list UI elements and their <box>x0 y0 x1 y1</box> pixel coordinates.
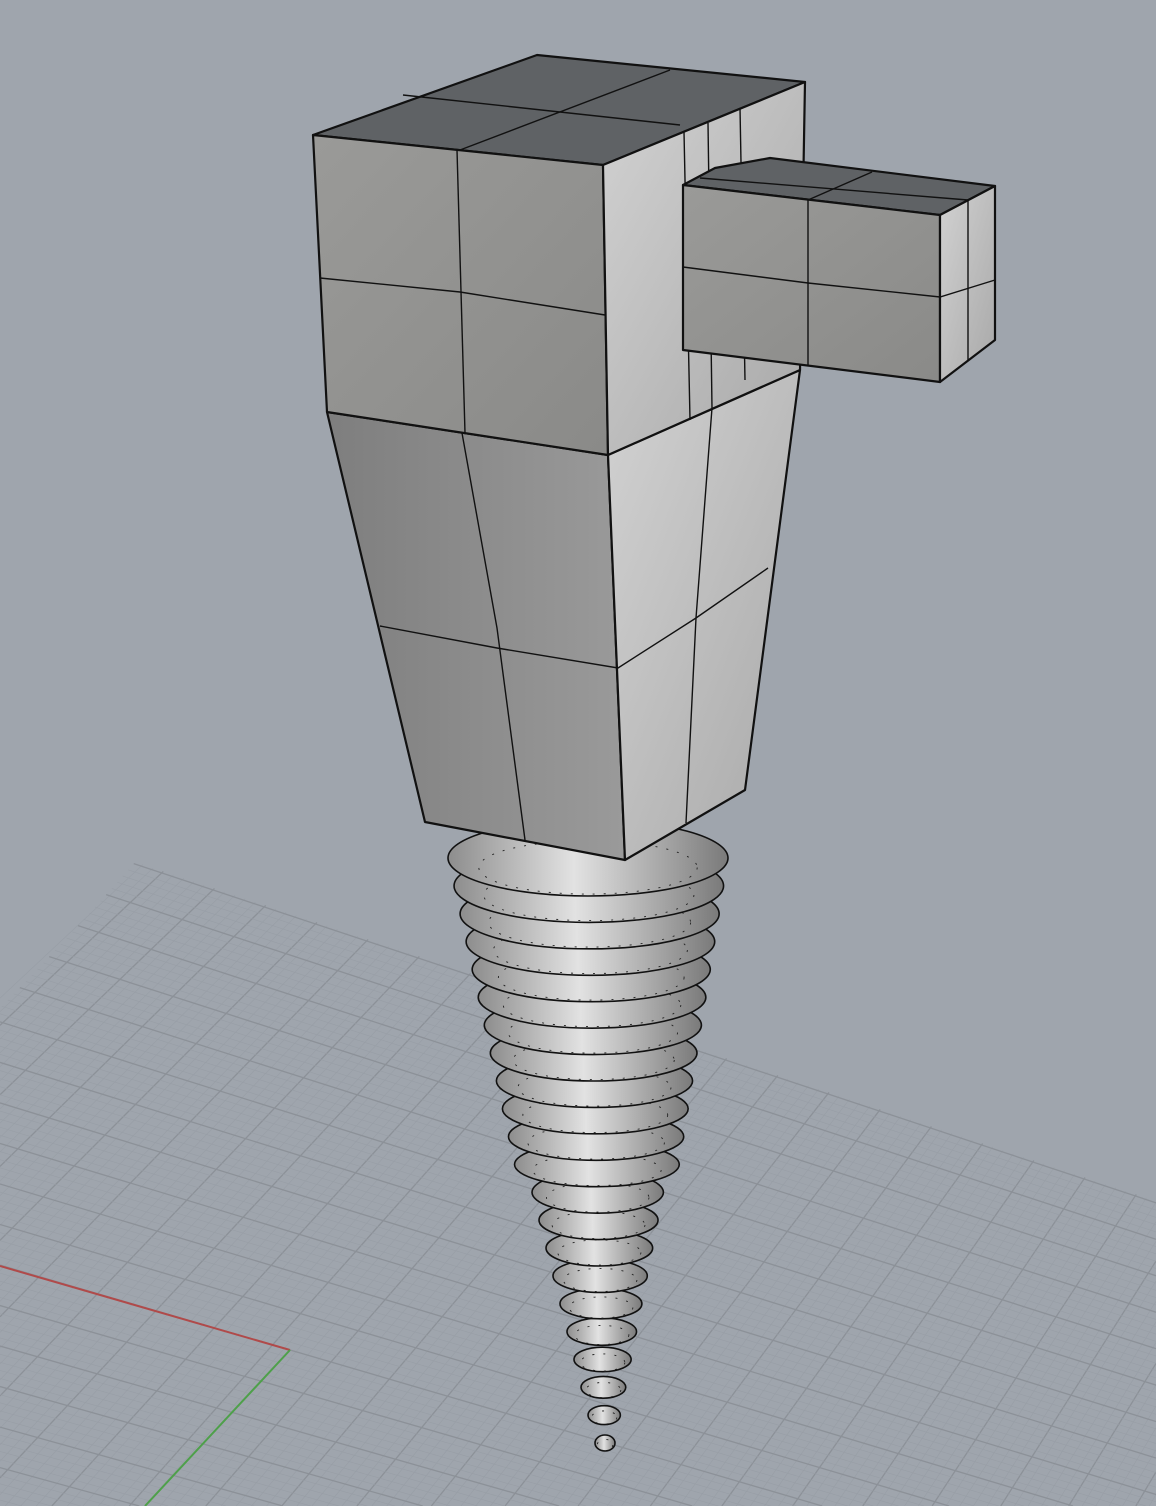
grid-line <box>931 1194 1137 1506</box>
frustum-front-face <box>325 410 627 862</box>
grid-line <box>764 1153 1014 1506</box>
3d-viewport-perspective[interactable] <box>0 0 1156 1506</box>
grid-line <box>862 1177 1086 1506</box>
grid-line <box>0 1191 1049 1506</box>
screw-thread-mesh[interactable] <box>447 819 729 1452</box>
grid-line <box>0 959 430 1413</box>
grid-line <box>0 867 154 1012</box>
frustum-side-face <box>606 368 802 862</box>
grid-line <box>1014 1280 1156 1506</box>
grid-line <box>0 1223 950 1506</box>
grid-line <box>0 1289 745 1506</box>
side-handle[interactable] <box>681 156 997 384</box>
grid-line <box>0 915 297 1211</box>
grid-line <box>0 921 318 1241</box>
grid-line <box>0 1183 1074 1506</box>
grid-line <box>0 904 267 1167</box>
grid-line <box>1122 1449 1156 1506</box>
grid-line <box>0 1256 848 1506</box>
grid-line <box>664 1129 942 1506</box>
grid-line <box>1108 1427 1156 1506</box>
grid-line <box>0 1466 140 1506</box>
grid-line <box>0 1491 52 1506</box>
grid-line <box>792 1160 1035 1506</box>
grid-line <box>890 1184 1106 1506</box>
grid-line <box>0 1248 874 1506</box>
grid-line <box>0 1410 340 1506</box>
grid-line <box>20 983 502 1506</box>
thread-turn <box>573 1346 632 1373</box>
grid-line <box>0 946 389 1349</box>
grid-line <box>0 1272 797 1506</box>
grid-line <box>0 1385 423 1506</box>
grid-line <box>0 874 174 1040</box>
viewport-canvas[interactable] <box>0 0 1156 1506</box>
grid-line <box>0 1499 23 1506</box>
grid-line <box>0 925 328 1256</box>
thread-turn <box>580 1375 627 1399</box>
grid-line <box>0 1418 312 1506</box>
grid-line <box>0 1216 975 1506</box>
x-axis-line <box>0 1265 291 1351</box>
grid-line <box>750 1150 1004 1506</box>
grid-line <box>0 1451 198 1506</box>
grid-line <box>0 895 236 1124</box>
thread-turn <box>566 1317 638 1347</box>
grid-line <box>735 1146 994 1506</box>
grid-line <box>0 1232 925 1506</box>
grid-line <box>0 976 481 1495</box>
